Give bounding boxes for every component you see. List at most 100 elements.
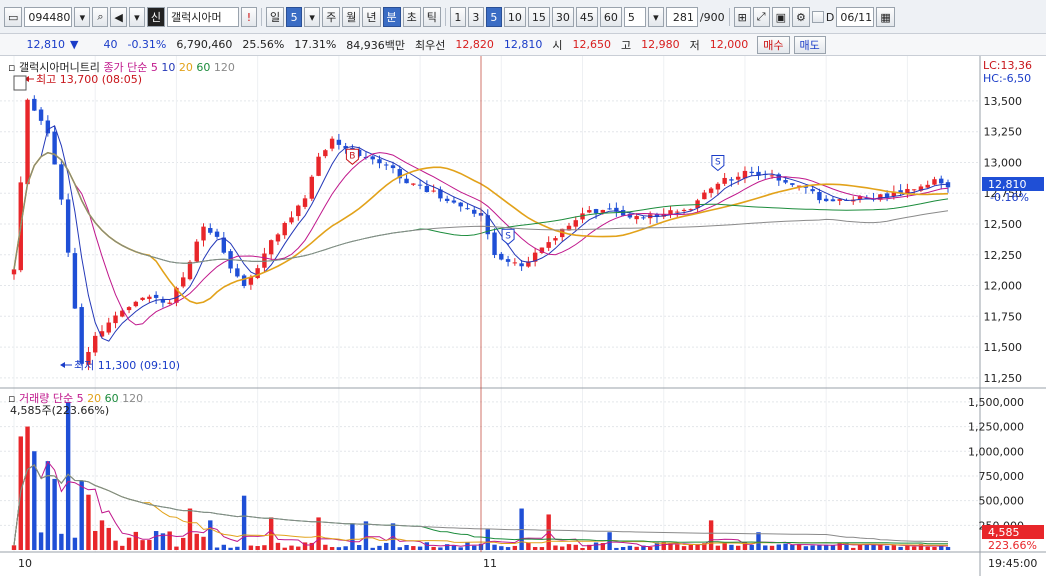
candle-body (553, 238, 558, 241)
volume-bar (810, 545, 815, 550)
candle-body (593, 209, 599, 214)
volume-bar (343, 546, 348, 550)
volume-bar (79, 480, 84, 550)
volume-bar (790, 544, 795, 550)
gear-icon[interactable]: ⚙ (792, 7, 810, 27)
quote-volume: 6,790,460 (176, 38, 233, 51)
volume-bar (614, 547, 619, 550)
candle-body (668, 210, 673, 215)
volume-bar (648, 547, 653, 550)
period-day[interactable]: 일 (266, 7, 285, 27)
candle-body (167, 302, 172, 304)
candle-body (241, 275, 247, 287)
stock-name-field[interactable]: 갤럭시아머 (167, 7, 239, 27)
sell-button[interactable]: 매도 (793, 35, 826, 54)
minute-5[interactable]: 5 (485, 7, 502, 27)
period-second[interactable]: 초 (402, 7, 421, 27)
minute-15[interactable]: 15 (527, 7, 550, 27)
volume-bar (72, 537, 78, 550)
volume-bar (282, 547, 287, 550)
stock-chart[interactable]: 11,25011,50011,75012,00012,25012,50012,7… (0, 56, 1046, 576)
candle-body (65, 199, 71, 253)
speaker-icon[interactable]: ◀︎ (110, 7, 127, 27)
volume-bar (911, 546, 917, 550)
candle-body (302, 198, 308, 207)
quote-rate1: 25.56% (242, 38, 285, 51)
minute-30[interactable]: 30 (551, 7, 574, 27)
volume-tick-label: 500,000 (979, 495, 1025, 508)
indicator-icon[interactable]: ⊞ (733, 7, 751, 27)
volume-bar (323, 544, 328, 550)
d-label: D (825, 10, 835, 24)
current-change-label: -0.16% (990, 191, 1029, 204)
period-day-count[interactable]: 5 (286, 7, 303, 27)
count-select[interactable]: 5 (623, 7, 646, 27)
count-input[interactable]: 281 (665, 7, 698, 27)
d-checkbox[interactable] (811, 11, 824, 23)
volume-bar (11, 545, 17, 550)
search-icon[interactable]: ⌕ (92, 7, 109, 27)
count-total: /900 (699, 10, 725, 24)
candle-body (810, 189, 815, 192)
chart-toolbar: ▭ 094480 ▾ ⌕ ◀︎ ▾ 신 갤럭시아머 ! 일 5 ▾ 주 월 년 … (0, 0, 1046, 34)
volume-bar (532, 547, 538, 550)
legend-vol-ma120: 120 (122, 392, 144, 405)
stock-code-input[interactable]: 094480 (24, 7, 73, 27)
candle-body (431, 190, 436, 192)
alert-icon[interactable]: ! (241, 7, 257, 27)
grid-toggle-icon (13, 75, 27, 91)
volume-bar (181, 537, 186, 550)
period-minute[interactable]: 분 (382, 7, 401, 27)
minute-3[interactable]: 3 (467, 7, 484, 27)
dropdown-icon[interactable]: ▾ (128, 7, 145, 27)
volume-bar (336, 547, 342, 550)
draw-tools-icon[interactable]: ⤢ (752, 7, 770, 27)
period-month[interactable]: 월 (342, 7, 361, 27)
minute-10[interactable]: 10 (503, 7, 526, 27)
save-icon[interactable]: ▣ (771, 7, 791, 27)
period-dropdown-icon[interactable]: ▾ (304, 7, 321, 27)
price-tick-label: 12,250 (984, 249, 1023, 262)
separator (728, 8, 730, 26)
price-tick-label: 12,000 (984, 280, 1023, 293)
candle-body (587, 210, 592, 213)
candle-body (11, 269, 17, 275)
volume-bar (45, 461, 51, 550)
volume-bar (167, 531, 172, 550)
candle-body (147, 296, 152, 299)
calendar-icon[interactable]: ▦ (876, 7, 895, 27)
legend-stock-name: 갤럭시아머니트리 (18, 61, 100, 74)
down-arrow-icon: ▼ (70, 38, 79, 51)
minute-45[interactable]: 45 (575, 7, 598, 27)
count-dropdown-icon[interactable]: ▾ (647, 7, 664, 27)
volume-bar (147, 539, 152, 550)
candle-body (93, 335, 98, 353)
legend-vol-ma60: 60 (104, 392, 119, 405)
candle-body (729, 179, 734, 181)
period-year[interactable]: 년 (362, 7, 381, 27)
legend-ma120: 120 (213, 61, 235, 74)
volume-bar (438, 547, 443, 550)
volume-bar (126, 537, 132, 550)
minute-60[interactable]: 60 (599, 7, 622, 27)
legend-vol-ma-label: 단순 (52, 392, 74, 405)
volume-bar (106, 527, 111, 550)
stock-badge: 신 (146, 7, 165, 27)
minute-1[interactable]: 1 (449, 7, 466, 27)
period-tick[interactable]: 틱 (422, 7, 441, 27)
candle-body (905, 188, 910, 194)
window-icon[interactable]: ▭ (4, 7, 23, 27)
candle-body (708, 188, 714, 193)
candle-body (153, 294, 159, 298)
period-week[interactable]: 주 (322, 7, 341, 27)
date-input[interactable]: 06/11 (836, 7, 875, 27)
code-dropdown-icon[interactable]: ▾ (74, 7, 91, 27)
quote-high: 12,980 (641, 38, 680, 51)
price-tick-label: 11,250 (984, 372, 1023, 385)
candle-body (187, 261, 193, 280)
buy-button[interactable]: 매수 (757, 35, 790, 54)
open-label: 시 (552, 38, 563, 52)
candle-body (607, 208, 612, 210)
current-price-label: 12,810 (988, 178, 1027, 191)
volume-bar (99, 520, 105, 550)
